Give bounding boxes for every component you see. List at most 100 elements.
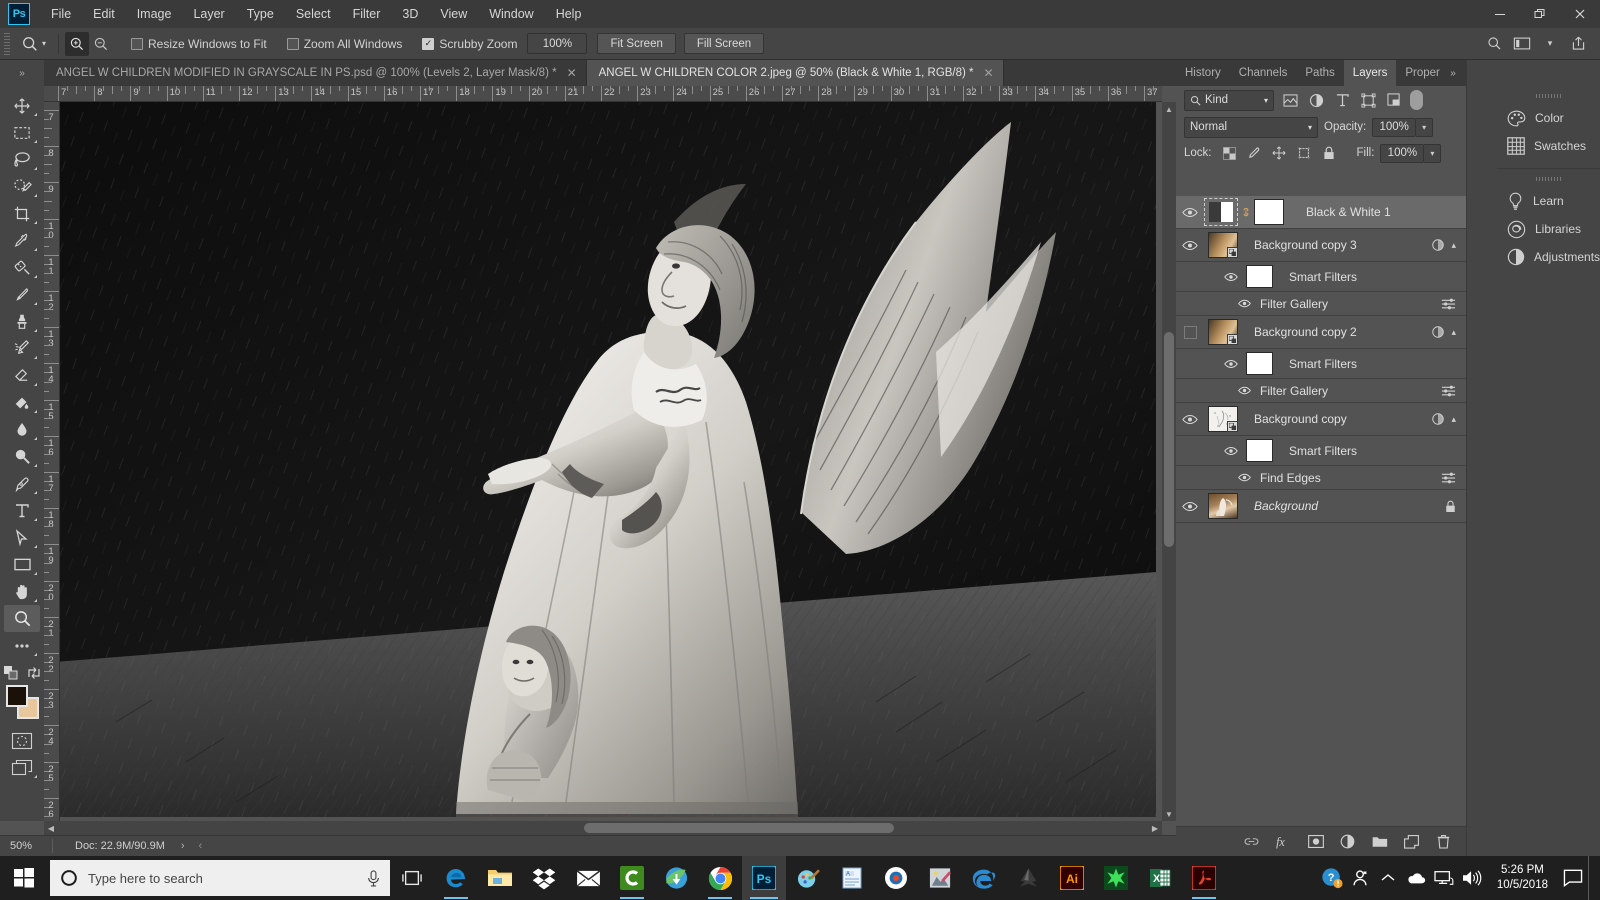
taskbar-mail[interactable] (566, 856, 610, 900)
tab-layers[interactable]: Layers (1344, 60, 1397, 86)
taskbar-internet-download-manager[interactable] (654, 856, 698, 900)
smart-object-filter-icon[interactable] (1384, 90, 1404, 110)
taskbar-adobe-photoshop[interactable]: Ps (742, 856, 786, 900)
opacity-chevron-icon[interactable]: ▾ (1416, 118, 1433, 137)
new-layer-icon[interactable] (1403, 833, 1420, 850)
filter-name[interactable]: Filter Gallery (1260, 297, 1328, 311)
smart-filter-mask-thumbnail[interactable] (1246, 352, 1273, 375)
chevron-down-icon[interactable]: ▾ (1538, 32, 1562, 56)
zoom-tool[interactable] (4, 605, 40, 632)
taskbar-inkscape[interactable] (1006, 856, 1050, 900)
screen-mode-icon[interactable] (4, 754, 40, 781)
left-dock-expand-arrows[interactable]: » (0, 60, 44, 86)
smart-filters-visibility-toggle[interactable] (1224, 359, 1246, 369)
filter-name[interactable]: Find Edges (1260, 471, 1321, 485)
spot-healing-brush-tool[interactable] (4, 254, 40, 281)
expand-chevron-icon[interactable]: ▴ (1451, 327, 1456, 338)
layer-name[interactable]: Background (1254, 499, 1318, 513)
blend-mode-select[interactable]: Normal ▾ (1184, 117, 1318, 138)
taskbar-google-chrome[interactable] (698, 856, 742, 900)
dock-item-libraries[interactable]: Libraries (1497, 215, 1600, 243)
menu-item-layer[interactable]: Layer (182, 3, 235, 25)
menu-item-file[interactable]: File (40, 3, 82, 25)
lock-all-icon[interactable] (1320, 144, 1339, 163)
default-colors-icon[interactable] (3, 665, 19, 681)
layer-row-background-copy[interactable]: Background copy ▴ (1176, 403, 1466, 436)
dock-item-color[interactable]: Color (1497, 104, 1600, 132)
smart-filters-visibility-toggle[interactable] (1224, 272, 1246, 282)
quick-selection-tool[interactable] (4, 173, 40, 200)
scroll-right-arrow-icon[interactable]: ▶ (1148, 821, 1162, 835)
filter-visibility-toggle[interactable] (1238, 386, 1260, 395)
canvas-horizontal-scrollbar[interactable]: ◀ ▶ (44, 821, 1162, 835)
canvas-vertical-scrollbar[interactable]: ▲ ▼ (1162, 102, 1176, 821)
hand-tool[interactable] (4, 578, 40, 605)
delete-layer-icon[interactable] (1435, 833, 1452, 850)
layer-name[interactable]: Background copy 2 (1254, 325, 1357, 339)
layer-visibility-toggle[interactable] (1176, 207, 1204, 218)
history-brush-tool[interactable] (4, 335, 40, 362)
canvas-area[interactable] (60, 102, 1162, 821)
active-tool-preview[interactable]: ▾ (15, 35, 52, 53)
zoom-all-windows-checkbox[interactable]: Zoom All Windows (287, 37, 403, 51)
filter-options-icon[interactable] (1441, 298, 1456, 310)
checkbox-box[interactable]: ✓ (422, 38, 434, 50)
link-layers-icon[interactable] (1243, 833, 1260, 850)
new-adjustment-layer-icon[interactable] (1339, 833, 1356, 850)
smart-filter-indicator-icon[interactable] (1431, 412, 1445, 426)
pen-tool[interactable] (4, 470, 40, 497)
group-grip[interactable] (1536, 177, 1562, 181)
horizontal-type-tool[interactable] (4, 497, 40, 524)
filter-row-find-edges[interactable]: Find Edges (1176, 466, 1466, 490)
minimize-button[interactable] (1480, 0, 1520, 28)
expand-chevron-icon[interactable]: ▴ (1451, 414, 1456, 425)
mask-link-icon[interactable] (1238, 206, 1252, 219)
tab-paths[interactable]: Paths (1296, 60, 1343, 86)
filter-enable-toggle[interactable] (1410, 90, 1423, 110)
network-icon[interactable] (1431, 856, 1457, 900)
taskbar-flickr-uploader[interactable] (874, 856, 918, 900)
layer-list[interactable]: Black & White 1 Background copy 3 (1176, 196, 1466, 826)
close-icon[interactable]: ✕ (567, 66, 577, 80)
gradient-tool[interactable] (4, 389, 40, 416)
rectangle-tool[interactable] (4, 551, 40, 578)
panel-collapse-arrows-left[interactable]: » (1440, 60, 1466, 86)
fit-screen-button[interactable]: Fit Screen (597, 33, 675, 54)
zoom-level-field[interactable]: 50% (0, 840, 52, 852)
vertical-ruler[interactable]: 7891 01 11 21 31 41 51 61 71 81 92 02 12… (44, 102, 60, 821)
scroll-up-arrow-icon[interactable]: ▲ (1162, 102, 1176, 116)
filter-name[interactable]: Filter Gallery (1260, 384, 1328, 398)
layer-visibility-toggle[interactable] (1176, 240, 1204, 251)
group-grip[interactable] (1536, 94, 1562, 98)
task-view-icon[interactable] (390, 856, 434, 900)
scroll-left-arrow-icon[interactable]: ◀ (44, 821, 58, 835)
zoom-in-button[interactable] (65, 32, 89, 56)
people-icon[interactable] (1347, 856, 1373, 900)
taskbar-microsoft-excel[interactable]: X (1138, 856, 1182, 900)
document-tab-1[interactable]: ANGEL W CHILDREN MODIFIED IN GRAYSCALE I… (44, 60, 587, 86)
microphone-icon[interactable] (367, 870, 380, 887)
layer-style-fx-icon[interactable]: fx (1275, 833, 1292, 850)
horizontal-ruler[interactable]: 7891011121314151617181920212223242526272… (44, 86, 1162, 102)
filter-options-icon[interactable] (1441, 385, 1456, 397)
eye-icon-off[interactable] (1184, 326, 1197, 339)
layer-visibility-toggle[interactable] (1176, 501, 1204, 512)
resize-windows-to-fit-checkbox[interactable]: Resize Windows to Fit (131, 37, 267, 51)
volume-icon[interactable] (1459, 856, 1485, 900)
windows-start-icon[interactable] (0, 856, 48, 900)
filter-row-filter-gallery[interactable]: Filter Gallery (1176, 292, 1466, 316)
blur-tool[interactable] (4, 416, 40, 443)
edit-toolbar-tool[interactable] (4, 632, 40, 659)
layer-name[interactable]: Background copy (1254, 412, 1347, 426)
path-selection-tool[interactable] (4, 524, 40, 551)
tab-channels[interactable]: Channels (1230, 60, 1297, 86)
dock-item-learn[interactable]: Learn (1497, 187, 1600, 215)
pixel-filter-icon[interactable] (1280, 90, 1300, 110)
layer-visibility-toggle[interactable] (1176, 414, 1204, 425)
expand-chevron-icon[interactable]: ▴ (1451, 240, 1456, 251)
scroll-down-arrow-icon[interactable]: ▼ (1162, 807, 1176, 821)
close-icon[interactable]: ✕ (984, 66, 994, 80)
new-group-icon[interactable] (1371, 833, 1388, 850)
checkbox-box[interactable] (131, 38, 143, 50)
close-button[interactable] (1560, 0, 1600, 28)
